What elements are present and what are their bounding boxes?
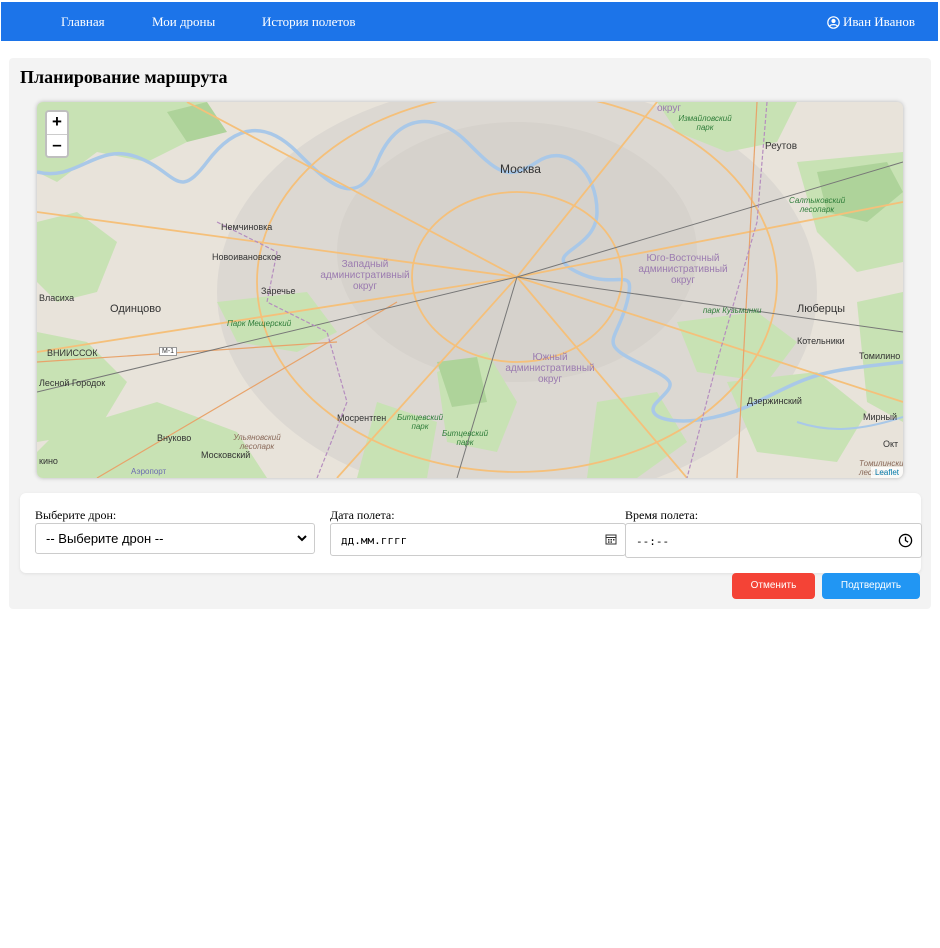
drone-select[interactable]: -- Выберите дрон -- [35, 523, 315, 554]
route-map[interactable]: Москва Реутов Люберцы Одинцово Власиха В… [37, 102, 903, 478]
date-field-label: Дата полета: [330, 508, 395, 522]
nav-link-flight-history[interactable]: История полетов [262, 14, 356, 30]
nav-link-my-drones[interactable]: Мои дроны [152, 14, 215, 30]
time-field-label: Время полета: [625, 508, 699, 522]
flight-time-input[interactable]: --:-- [625, 523, 922, 558]
flight-time-value: --:-- [636, 535, 670, 548]
drone-select-label: Выберите дрон: [35, 508, 117, 522]
chevron-down-icon [296, 532, 308, 547]
zoom-in-button[interactable]: + [47, 112, 67, 134]
zoom-out-button[interactable]: – [47, 134, 67, 156]
map-tiles [37, 102, 903, 478]
drone-select-value: -- Выберите дрон -- [46, 531, 164, 546]
top-navbar: Главная Мои дроны История полетов Иван И… [1, 2, 938, 41]
user-circle-icon [827, 15, 840, 29]
flight-form: Выберите дрон: -- Выберите дрон -- Дата … [20, 493, 922, 573]
user-name: Иван Иванов [842, 14, 915, 29]
clock-icon[interactable] [898, 533, 913, 551]
nav-link-home[interactable]: Главная [61, 14, 105, 30]
page-title: Планирование маршрута [20, 67, 228, 87]
map-zoom-control: + – [45, 110, 69, 158]
confirm-button[interactable]: Подтвердить [822, 573, 920, 599]
user-menu[interactable]: Иван Иванов [827, 14, 915, 30]
flight-date-value: дд.мм.гггг [341, 534, 408, 547]
calendar-icon[interactable] [605, 533, 617, 548]
map-attribution-link[interactable]: Leaflet [870, 467, 903, 478]
cancel-button[interactable]: Отменить [732, 573, 815, 599]
flight-date-input[interactable]: дд.мм.гггг [330, 523, 626, 556]
